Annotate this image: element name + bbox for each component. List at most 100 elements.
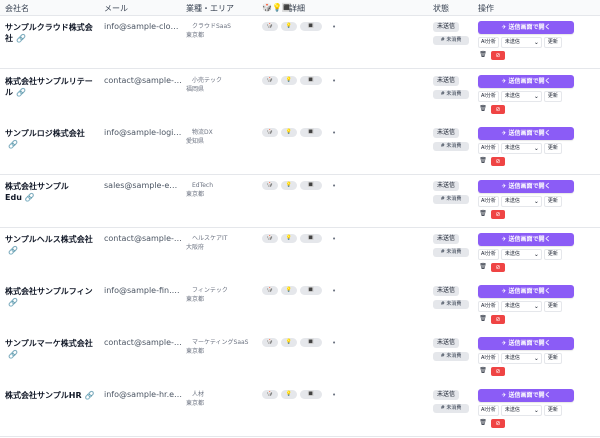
- status-cell: 未送信 # 未消費: [433, 181, 469, 204]
- trash-icon[interactable]: 🗑: [478, 51, 488, 58]
- open-send-screen-button[interactable]: ✈ 送信画面で開く: [478, 127, 574, 140]
- table-row: 株式会社サンプルHR🔗 info@sample-hr.example 人材東京都 🎲💡…: [0, 384, 600, 437]
- trash-icon[interactable]: 🗑: [478, 419, 488, 426]
- status-select[interactable]: 未送信 ⌄: [500, 143, 542, 154]
- update-button[interactable]: 更新: [543, 143, 562, 154]
- trash-icon[interactable]: 🗑: [478, 367, 488, 374]
- table-row: サンプルロジ株式会社 🔗 info@sample-logi.jp 物流DX 愛知県 🎲 💡 🔳…: [0, 122, 600, 175]
- open-send-screen-button[interactable]: ✈ 送信画面で開く: [478, 389, 574, 402]
- status-select[interactable]: 未送信 ⌄: [500, 249, 542, 260]
- ai-analysis-button[interactable]: AI分析: [478, 37, 499, 48]
- link-icon[interactable]: 🔗: [8, 350, 18, 359]
- delete-controls: 🗑 ⊘: [478, 419, 578, 429]
- ai-analysis-button[interactable]: AI分析: [478, 405, 499, 416]
- status-select[interactable]: 未送信 ⌄: [500, 37, 542, 48]
- area-label: 東京都: [186, 32, 205, 39]
- update-button[interactable]: 更新: [543, 196, 562, 207]
- status-select-value: 未送信: [504, 355, 520, 361]
- icon-pills: 🎲 💡 🔳: [262, 338, 322, 357]
- status-badge: 未送信: [433, 286, 459, 296]
- actions-cell: ✈ 送信画面で開く AI分析 未送信 ⌄ 更新 🗑 ⊘: [478, 21, 578, 61]
- header-detail: 詳細: [289, 4, 305, 13]
- open-send-screen-button[interactable]: ✈ 送信画面で開く: [478, 285, 574, 298]
- ai-analysis-button[interactable]: AI分析: [478, 143, 499, 154]
- dice-icon: 🎲: [262, 181, 278, 190]
- square-icon: 🔳: [300, 76, 322, 85]
- detail-dot: •: [332, 23, 337, 31]
- detail-dot: •: [332, 391, 337, 399]
- email-cell: contact@sample-marke.jp: [104, 338, 182, 347]
- status-select[interactable]: 未送信 ⌄: [500, 353, 542, 364]
- update-button[interactable]: 更新: [543, 301, 562, 312]
- open-send-screen-button[interactable]: ✈ 送信画面で開く: [478, 21, 574, 34]
- open-send-screen-button[interactable]: ✈ 送信画面で開く: [478, 180, 574, 193]
- status-badge: 未送信: [433, 128, 459, 138]
- header-status: 状態: [433, 4, 449, 13]
- delete-controls: 🗑 ⊘: [478, 367, 578, 377]
- trash-icon[interactable]: 🗑: [478, 105, 488, 112]
- industry-label: 物流DX: [192, 129, 213, 136]
- industry-cell: 小売テック 福岡県: [186, 76, 222, 94]
- status-badge: 未送信: [433, 22, 459, 32]
- status-select[interactable]: 未送信 ⌄: [500, 405, 542, 416]
- actions-cell: ✈ 送信画面で開く AI分析 未送信 ⌄ 更新 🗑 ⊘: [478, 233, 578, 273]
- delete-button[interactable]: ⊘: [491, 210, 505, 219]
- status-select[interactable]: 未送信 ⌄: [500, 91, 542, 102]
- link-icon[interactable]: 🔗: [16, 34, 26, 43]
- trash-icon[interactable]: 🗑: [478, 157, 488, 164]
- delete-controls: 🗑 ⊘: [478, 210, 578, 220]
- chevron-down-icon: ⌄: [533, 355, 539, 362]
- status-select-value: 未送信: [504, 251, 520, 257]
- update-button[interactable]: 更新: [543, 91, 562, 102]
- chevron-down-icon: ⌄: [533, 39, 539, 46]
- open-send-screen-button[interactable]: ✈ 送信画面で開く: [478, 75, 574, 88]
- square-icon: 🔳: [300, 181, 322, 190]
- delete-button[interactable]: ⊘: [491, 51, 505, 60]
- update-button[interactable]: 更新: [543, 249, 562, 260]
- ai-analysis-button[interactable]: AI分析: [478, 301, 499, 312]
- link-icon[interactable]: 🔗: [85, 391, 95, 400]
- delete-button[interactable]: ⊘: [491, 105, 505, 114]
- trash-icon[interactable]: 🗑: [478, 210, 488, 217]
- delete-button[interactable]: ⊘: [491, 315, 505, 324]
- company-cell: サンプルロジ株式会社 🔗: [5, 128, 97, 150]
- industry-label: クラウドSaaS: [192, 23, 231, 30]
- dice-icon: 🎲: [262, 390, 278, 399]
- status-select[interactable]: 未送信 ⌄: [500, 301, 542, 312]
- company-cell: サンプルヘルス株式会社 🔗: [5, 234, 97, 256]
- link-icon[interactable]: 🔗: [16, 88, 26, 97]
- ai-analysis-button[interactable]: AI分析: [478, 91, 499, 102]
- link-icon[interactable]: 🔗: [8, 140, 18, 149]
- consumption-badge: # 未消費: [433, 300, 469, 309]
- link-icon[interactable]: 🔗: [8, 298, 18, 307]
- icon-pills: 🎲 💡 🔳: [262, 286, 322, 305]
- link-icon[interactable]: 🔗: [25, 193, 35, 202]
- ai-analysis-button[interactable]: AI分析: [478, 353, 499, 364]
- detail-dot: •: [332, 77, 337, 85]
- update-button[interactable]: 更新: [543, 37, 562, 48]
- update-button[interactable]: 更新: [543, 405, 562, 416]
- open-send-screen-button[interactable]: ✈ 送信画面で開く: [478, 337, 574, 350]
- trash-icon[interactable]: 🗑: [478, 263, 488, 270]
- square-icon: 🔳: [300, 22, 322, 31]
- header-email: メール: [104, 4, 128, 13]
- update-button[interactable]: 更新: [543, 353, 562, 364]
- delete-button[interactable]: ⊘: [491, 263, 505, 272]
- delete-button[interactable]: ⊘: [491, 367, 505, 376]
- status-badge: 未送信: [433, 338, 459, 348]
- delete-button[interactable]: ⊘: [491, 157, 505, 166]
- industry-label: 小売テック: [192, 77, 223, 84]
- chevron-down-icon: ⌄: [533, 251, 539, 258]
- trash-icon[interactable]: 🗑: [478, 315, 488, 322]
- open-send-screen-button[interactable]: ✈ 送信画面で開く: [478, 233, 574, 246]
- status-select-value: 未送信: [504, 198, 520, 204]
- status-select[interactable]: 未送信 ⌄: [500, 196, 542, 207]
- company-name: 株式会社サンプルEdu: [5, 182, 69, 202]
- ai-analysis-button[interactable]: AI分析: [478, 196, 499, 207]
- delete-button[interactable]: ⊘: [491, 419, 505, 428]
- icon-pills: 🎲 💡 🔳: [262, 390, 322, 409]
- square-icon: 🔳: [300, 338, 322, 347]
- ai-analysis-button[interactable]: AI分析: [478, 249, 499, 260]
- square-icon: 🔳: [300, 234, 322, 243]
- link-icon[interactable]: 🔗: [8, 246, 18, 255]
